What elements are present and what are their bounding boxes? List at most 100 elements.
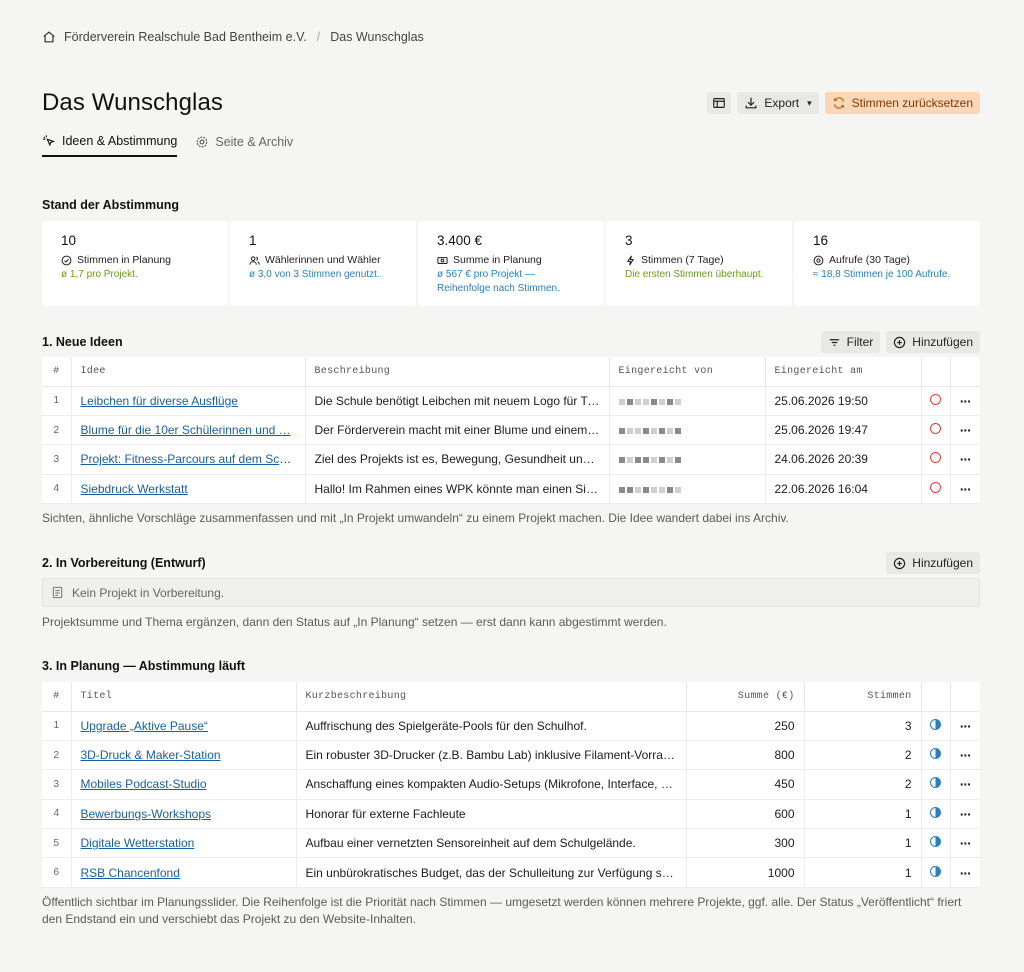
stat-label: Wählerinnen und Wähler xyxy=(265,254,381,266)
more-icon[interactable]: ··· xyxy=(960,865,972,881)
project-link[interactable]: Bewerbungs-Workshops xyxy=(81,807,212,821)
document-icon xyxy=(51,586,64,599)
row-number: 4 xyxy=(42,474,72,505)
page-title: Das Wunschglas xyxy=(42,89,224,116)
column-header[interactable]: Idee xyxy=(71,357,306,387)
breadcrumb-org-link[interactable]: Förderverein Realschule Bad Bentheim e.V… xyxy=(64,30,307,44)
table-row: 1 Upgrade „Aktive Pause“ Auffrischung de… xyxy=(42,711,980,741)
ideas-table: # Idee Beschreibung Eingereicht von Eing… xyxy=(42,357,980,505)
empty-state: Kein Projekt in Vorbereitung. xyxy=(42,578,980,607)
users-icon xyxy=(249,255,260,266)
half-circle-status-icon[interactable] xyxy=(930,748,941,760)
project-link[interactable]: Mobiles Podcast-Studio xyxy=(81,777,207,791)
filter-button[interactable]: Filter xyxy=(820,331,881,353)
more-icon[interactable]: ··· xyxy=(960,806,972,822)
idea-description: Ziel des Projekts ist es, Bewegung, Gesu… xyxy=(305,444,610,475)
column-header-status xyxy=(921,682,951,712)
column-header[interactable]: Summe (€) xyxy=(686,682,805,712)
stats-title: Stand der Abstimmung xyxy=(42,198,180,212)
more-icon[interactable]: ··· xyxy=(960,718,972,734)
stat-sub: ø 3,0 von 3 Stimmen genutzt. xyxy=(249,269,380,280)
bolt-icon xyxy=(625,255,636,266)
status-circle-icon[interactable] xyxy=(930,452,941,464)
status-circle-icon[interactable] xyxy=(930,481,941,493)
export-button[interactable]: Export ▾ xyxy=(737,92,819,114)
table-header-row: # Idee Beschreibung Eingereicht von Eing… xyxy=(42,357,980,387)
layout-icon xyxy=(712,96,726,110)
tab-bar: Ideen & Abstimmung Seite & Archiv xyxy=(42,132,293,157)
breadcrumb-separator: / xyxy=(316,30,321,44)
export-label: Export xyxy=(764,96,800,110)
home-icon[interactable] xyxy=(42,30,56,44)
table-row: 6 RSB Chancenfond Ein unbürokratisches B… xyxy=(42,857,980,888)
more-icon[interactable]: ··· xyxy=(960,835,972,851)
tab-page-archive[interactable]: Seite & Archiv xyxy=(195,132,293,157)
half-circle-status-icon[interactable] xyxy=(930,865,941,877)
reset-votes-button[interactable]: Stimmen zurücksetzen xyxy=(824,92,980,114)
table-row: 3 Mobiles Podcast-Studio Anschaffung ein… xyxy=(42,769,980,800)
table-row: 5 Digitale Wetterstation Aufbau einer ve… xyxy=(42,828,980,859)
status-circle-icon[interactable] xyxy=(930,393,941,405)
half-circle-status-icon[interactable] xyxy=(930,777,941,789)
stat-value: 1 xyxy=(249,233,257,248)
half-circle-status-icon[interactable] xyxy=(930,806,941,818)
column-header[interactable]: Stimmen xyxy=(804,682,922,712)
page-header: Das Wunschglas Export ▾ Stimmen zurückse… xyxy=(42,88,980,118)
half-circle-status-icon[interactable] xyxy=(930,836,941,848)
idea-link[interactable]: Leibchen für diverse Ausflüge xyxy=(81,394,238,408)
table-row: 4 Siebdruck Werkstatt Hallo! Im Rahmen e… xyxy=(42,474,980,505)
project-sum: 600 xyxy=(686,799,805,830)
column-header[interactable]: Eingereicht am xyxy=(765,357,922,387)
column-header[interactable]: Eingereicht von xyxy=(609,357,766,387)
project-link[interactable]: Upgrade „Aktive Pause“ xyxy=(81,719,208,733)
planning-note: Öffentlich sichtbar im Planungsslider. D… xyxy=(42,895,962,926)
filter-icon xyxy=(828,336,841,349)
column-header[interactable]: Kurzbeschreibung xyxy=(296,682,687,712)
stat-value: 16 xyxy=(813,233,829,248)
more-icon[interactable]: ··· xyxy=(960,747,972,763)
project-link[interactable]: RSB Chancenfond xyxy=(81,866,180,880)
filter-label: Filter xyxy=(846,335,874,349)
idea-link[interactable]: Projekt: Fitness-Parcours auf dem Sch… xyxy=(81,452,298,466)
project-votes: 1 xyxy=(804,828,922,859)
submitter-redacted xyxy=(609,474,766,505)
project-description: Anschaffung eines kompakten Audio-Setups… xyxy=(296,769,687,800)
idea-link[interactable]: Siebdruck Werkstatt xyxy=(81,482,188,496)
half-circle-status-icon[interactable] xyxy=(930,718,941,730)
status-cell xyxy=(921,444,951,475)
stat-sub: ø 1,7 pro Projekt. xyxy=(61,269,138,280)
status-cell xyxy=(921,386,951,416)
more-icon[interactable]: ··· xyxy=(960,451,972,467)
project-link[interactable]: Digitale Wetterstation xyxy=(81,836,195,850)
column-header[interactable]: Titel xyxy=(71,682,297,712)
submitter-redacted xyxy=(609,444,766,475)
project-votes: 1 xyxy=(804,857,922,888)
more-icon[interactable]: ··· xyxy=(960,481,972,497)
project-link[interactable]: 3D-Druck & Maker-Station xyxy=(81,748,221,762)
status-circle-icon[interactable] xyxy=(930,423,941,435)
stat-card-voters: 1 Wählerinnen und Wähler ø 3,0 von 3 Sti… xyxy=(230,221,416,306)
row-number: 3 xyxy=(42,444,72,475)
more-icon[interactable]: ··· xyxy=(960,393,972,409)
stat-label: Stimmen in Planung xyxy=(77,254,171,266)
download-icon xyxy=(744,96,758,110)
stat-card-sum: 3.400 € Summe in Planung ø 567 € pro Pro… xyxy=(418,221,604,306)
tab-ideas-voting[interactable]: Ideen & Abstimmung xyxy=(42,132,178,157)
column-header[interactable]: Beschreibung xyxy=(305,357,610,387)
layout-toggle-button[interactable] xyxy=(707,92,732,114)
project-sum: 800 xyxy=(686,740,805,771)
more-icon[interactable]: ··· xyxy=(960,422,972,438)
table-row: 2 3D-Druck & Maker-Station Ein robuster … xyxy=(42,740,980,771)
stat-sub: ø 567 € pro Projekt — Reihenfolge nach S… xyxy=(437,269,560,294)
add-idea-button[interactable]: Hinzufügen xyxy=(886,331,980,353)
idea-link[interactable]: Blume für die 10er Schülerinnen und … xyxy=(81,423,291,437)
row-number: 2 xyxy=(42,740,72,771)
project-sum: 1000 xyxy=(686,857,805,888)
plus-circle-icon xyxy=(893,557,906,570)
add-project-button[interactable]: Hinzufügen xyxy=(886,552,980,574)
prep-section-header: 2. In Vorbereitung (Entwurf) Hinzufügen xyxy=(42,552,980,574)
cash-icon xyxy=(437,255,448,266)
more-icon[interactable]: ··· xyxy=(960,776,972,792)
submitter-redacted xyxy=(609,415,766,446)
stat-value: 10 xyxy=(61,233,77,248)
